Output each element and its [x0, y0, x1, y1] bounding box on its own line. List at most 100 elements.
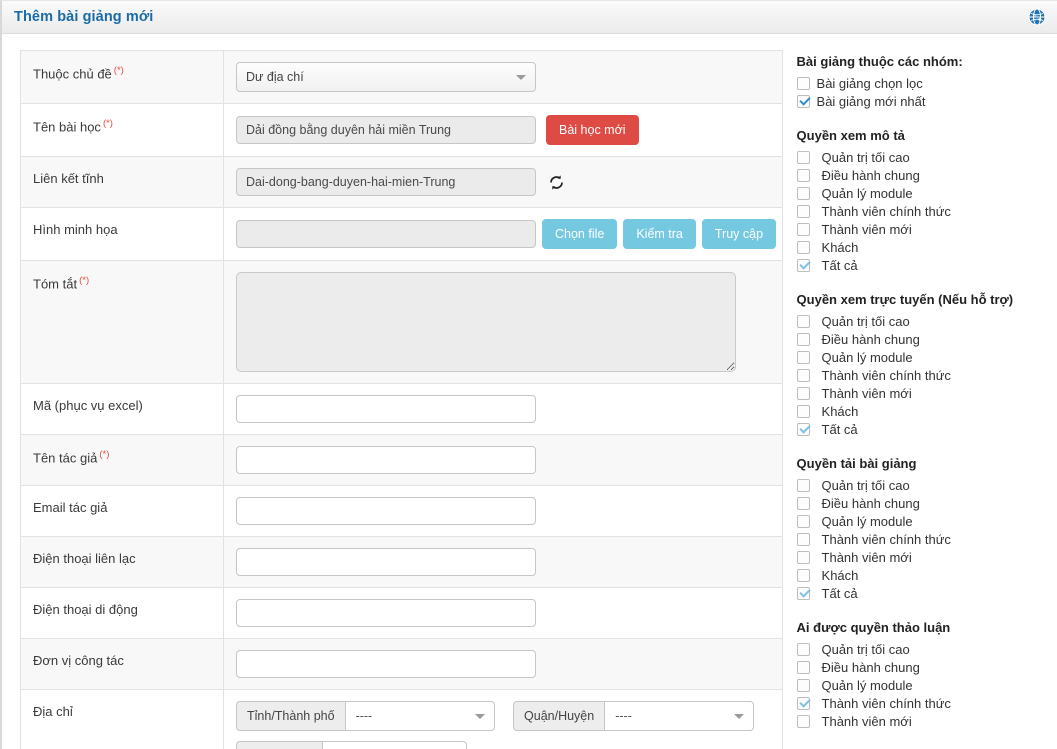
checkbox-icon[interactable]	[796, 678, 810, 692]
checkbox-icon[interactable]	[796, 368, 810, 382]
table-row: Tên bài học(*) Bài học mới	[20, 103, 783, 157]
checkbox-icon[interactable]	[796, 240, 810, 254]
table-row: Điện thoại liên lạc	[20, 536, 783, 588]
permission-checkbox-row[interactable]: Bài giảng chọn lọc	[796, 74, 1057, 92]
checkbox-icon[interactable]	[796, 168, 810, 182]
permission-checkbox-row[interactable]: Quản lý module	[796, 512, 1057, 530]
permission-checkbox-label: Tất cả	[821, 257, 858, 273]
permission-checkbox-row[interactable]: Quản trị tối cao	[796, 312, 1057, 330]
permission-checkbox-row[interactable]: Thành viên mới	[796, 548, 1057, 566]
province-select[interactable]: ----	[344, 701, 495, 731]
permission-checkbox-row[interactable]: Quản trị tối cao	[796, 148, 1057, 166]
permission-checkbox-label: Bài giảng chọn lọc	[816, 75, 923, 91]
checkbox-icon[interactable]	[796, 222, 810, 236]
checkbox-icon[interactable]	[796, 550, 810, 564]
permission-checkbox-row[interactable]: Tất cả	[796, 256, 1057, 274]
permission-group: Quyền xem trực tuyến (Nếu hỗ trợ) Quản tr…	[796, 292, 1057, 438]
refresh-icon[interactable]	[546, 172, 566, 192]
permission-checkbox-row[interactable]: Khách	[796, 402, 1057, 420]
checkbox-icon[interactable]	[796, 204, 810, 218]
permission-checkbox-row[interactable]: Tất cả	[796, 420, 1057, 438]
checkbox-checked-icon[interactable]	[796, 696, 810, 710]
checkbox-icon[interactable]	[796, 714, 810, 728]
permission-checkbox-row[interactable]: Thành viên chính thức	[796, 202, 1057, 220]
checkbox-icon[interactable]	[796, 514, 810, 528]
permission-checkbox-row[interactable]: Thành viên mới	[796, 712, 1057, 730]
checkbox-icon[interactable]	[796, 404, 810, 418]
permission-checkbox-row[interactable]: Tất cả	[796, 584, 1057, 602]
permission-checkbox-row[interactable]: Quản lý module	[796, 184, 1057, 202]
checkbox-icon[interactable]	[796, 350, 810, 364]
table-row: Email tác giả	[20, 485, 783, 537]
province-group: Tỉnh/Thành phố ----	[236, 701, 495, 731]
checkbox-icon[interactable]	[796, 150, 810, 164]
permission-checkbox-label: Quản lý module	[821, 677, 913, 693]
access-button[interactable]: Truy cập	[701, 219, 777, 249]
permission-checkbox-row[interactable]: Điều hành chung	[796, 494, 1057, 512]
address-selects: Tỉnh/Thành phố ---- Quận/Huyện ----	[236, 701, 782, 749]
contact-phone-input[interactable]	[236, 548, 536, 576]
permission-checkbox-row[interactable]: Điều hành chung	[796, 166, 1057, 184]
required-marker: (*)	[79, 275, 90, 286]
permission-checkbox-row[interactable]: Quản trị tối cao	[796, 640, 1057, 658]
permission-checkbox-row[interactable]: Điều hành chung	[796, 330, 1057, 348]
checkbox-checked-icon[interactable]	[796, 94, 810, 108]
permission-checkbox-row[interactable]: Thành viên chính thức	[796, 366, 1057, 384]
permission-checkbox-row[interactable]: Thành viên mới	[796, 220, 1057, 238]
permission-checkbox-label: Tất cả	[821, 421, 858, 437]
checkbox-icon[interactable]	[796, 314, 810, 328]
permission-checkbox-row[interactable]: Bài giảng mới nhất	[796, 92, 1057, 110]
checkbox-icon[interactable]	[796, 478, 810, 492]
ward-select[interactable]: ----	[321, 741, 467, 749]
checkbox-icon[interactable]	[796, 186, 810, 200]
district-select[interactable]: ----	[604, 701, 755, 731]
permission-group: Quyền xem mô tả Quản trị tối cao Điều hành…	[796, 128, 1057, 274]
permission-checkbox-row[interactable]: Khách	[796, 238, 1057, 256]
author-email-input[interactable]	[236, 497, 536, 525]
permission-checkbox-row[interactable]: Thành viên chính thức	[796, 694, 1057, 712]
globe-icon[interactable]	[1027, 7, 1047, 27]
static-link-input[interactable]	[236, 168, 536, 196]
permission-checkbox-row[interactable]: Quản lý module	[796, 348, 1057, 366]
new-lesson-button[interactable]: Bài học mới	[546, 115, 639, 145]
ward-label: Xã/Phường	[236, 741, 322, 749]
page-header: Thêm bài giảng mới	[2, 1, 1057, 34]
illustration-input[interactable]	[236, 220, 536, 248]
permission-checkbox-label: Quản lý module	[821, 513, 913, 529]
checkbox-icon[interactable]	[796, 532, 810, 546]
checkbox-icon[interactable]	[796, 332, 810, 346]
permission-checkbox-row[interactable]: Quản lý module	[796, 676, 1057, 694]
checkbox-icon[interactable]	[796, 568, 810, 582]
permission-checkbox-row[interactable]: Khách	[796, 566, 1057, 584]
permission-checkbox-label: Thành viên mới	[821, 713, 912, 729]
checkbox-icon[interactable]	[796, 496, 810, 510]
permission-checkbox-label: Quản trị tối cao	[821, 313, 910, 329]
checkbox-icon[interactable]	[796, 642, 810, 656]
lesson-name-input[interactable]	[236, 116, 536, 144]
summary-textarea[interactable]	[236, 272, 736, 372]
permission-checkbox-row[interactable]: Quản trị tối cao	[796, 476, 1057, 494]
checkbox-icon[interactable]	[796, 660, 810, 674]
table-row: Đơn vị công tác	[20, 638, 783, 690]
checkbox-checked-icon[interactable]	[796, 586, 810, 600]
organization-input[interactable]	[236, 650, 536, 678]
checkbox-checked-icon[interactable]	[796, 422, 810, 436]
subject-select[interactable]: Dư địa chí	[236, 62, 536, 92]
mobile-phone-input[interactable]	[236, 599, 536, 627]
checkbox-checked-icon[interactable]	[796, 258, 810, 272]
permission-checkbox-label: Tất cả	[821, 585, 858, 601]
permission-checkbox-label: Bài giảng mới nhất	[816, 93, 926, 109]
permission-checkbox-label: Thành viên chính thức	[821, 203, 951, 219]
permission-group-title: Quyền tải bài giảng	[796, 456, 917, 471]
excel-code-input[interactable]	[236, 395, 536, 423]
choose-file-button[interactable]: Chọn file	[542, 219, 618, 249]
row-label-author-name: Tên tác giả (*)	[20, 434, 224, 486]
permission-checkbox-row[interactable]: Điều hành chung	[796, 658, 1057, 676]
checkbox-icon[interactable]	[796, 386, 810, 400]
permission-checkbox-row[interactable]: Thành viên mới	[796, 384, 1057, 402]
author-name-input[interactable]	[236, 446, 536, 474]
checkbox-icon[interactable]	[796, 76, 810, 90]
check-button[interactable]: Kiểm tra	[623, 219, 696, 249]
permission-checkbox-row[interactable]: Thành viên chính thức	[796, 530, 1057, 548]
table-row: Tên tác giả (*)	[20, 434, 783, 486]
